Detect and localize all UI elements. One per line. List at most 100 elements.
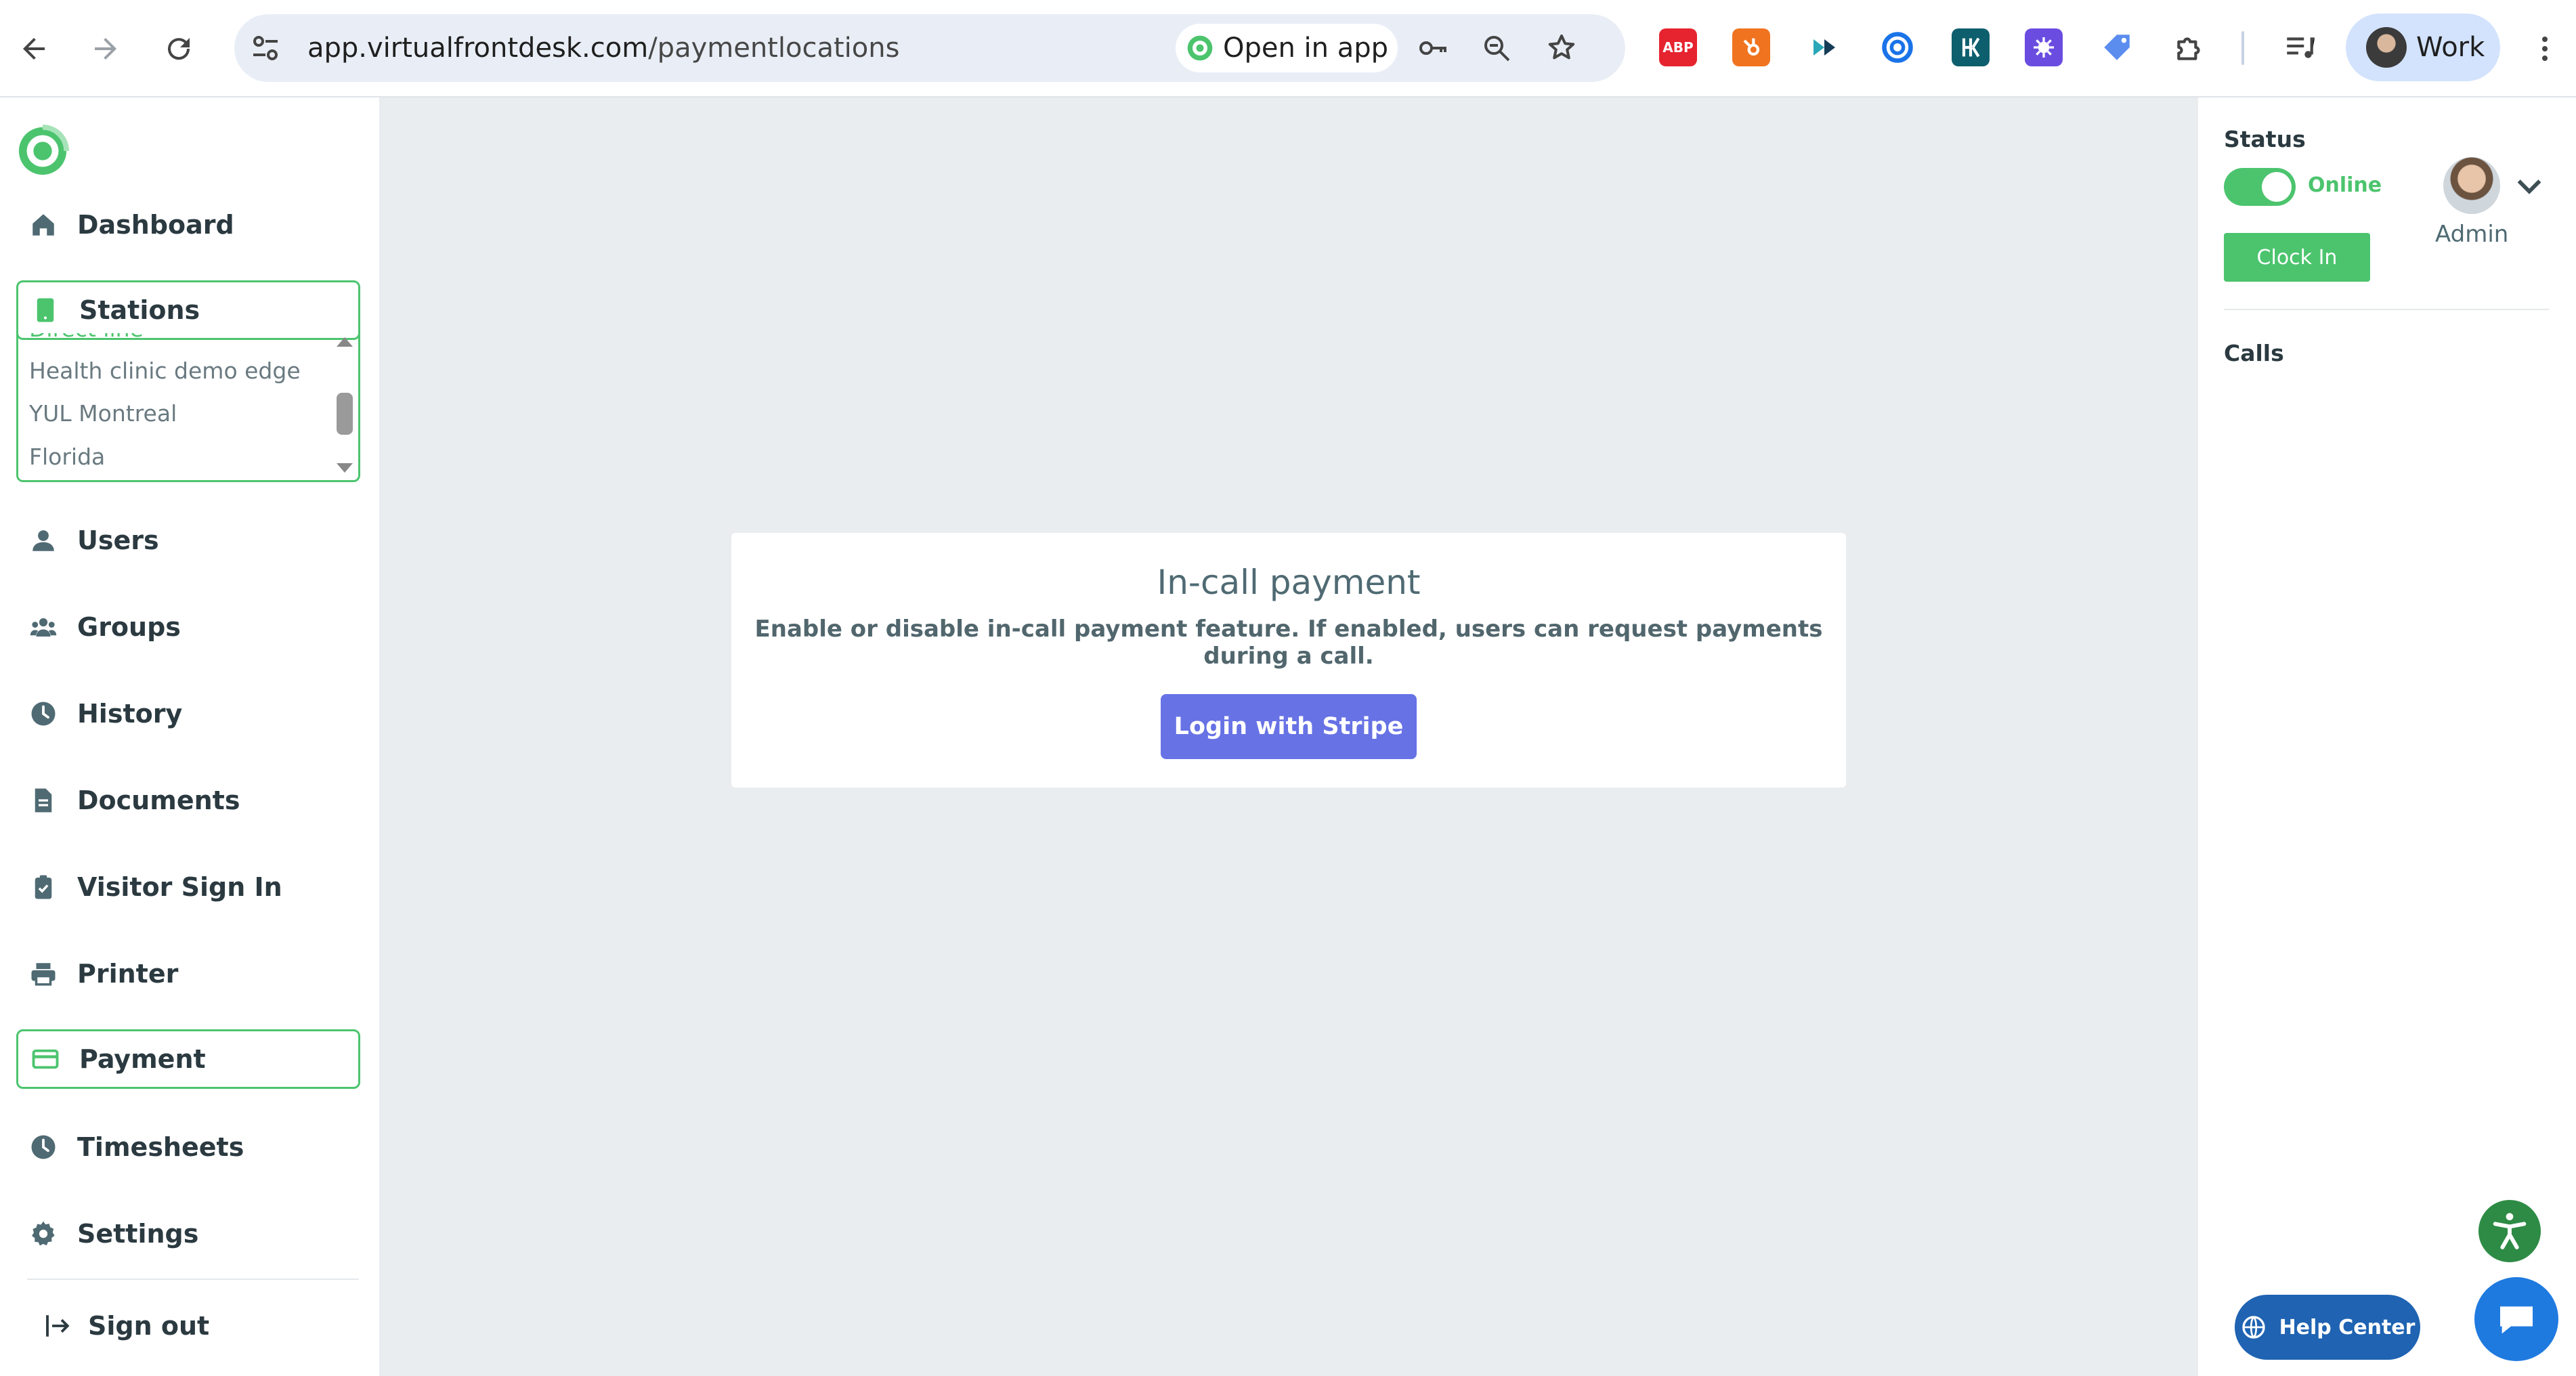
scroll-up-arrow-icon[interactable] [337,337,353,347]
sidebar-item-payment[interactable]: Payment [16,1029,360,1089]
panel-divider [2224,309,2549,310]
chat-button[interactable] [2474,1277,2558,1361]
chat-bubble-icon [2500,1306,2533,1334]
login-with-stripe-button[interactable]: Login with Stripe [1161,694,1417,759]
sidebar-item-label: Users [77,525,159,555]
media-queue-icon[interactable] [2281,28,2319,66]
admin-avatar[interactable] [2443,157,2500,214]
extension-teal-icon[interactable] [1805,28,1843,66]
main-content: In-call payment Enable or disable in-cal… [379,98,2198,1376]
site-info-icon[interactable] [249,32,282,64]
browser-menu-button[interactable] [2520,24,2569,73]
sidebar: Dashboard Stations Direct line Health cl… [0,98,379,1376]
online-status-text: Online [2308,173,2382,197]
sign-out-icon [46,1315,70,1337]
accessibility-icon [2493,1213,2527,1249]
address-bar[interactable]: app.virtualfrontdesk.com/paymentlocation… [234,14,1625,82]
profile-label: Work [2416,32,2485,63]
sidebar-item-label: Payment [79,1044,206,1074]
forward-arrow-icon [95,38,116,60]
hubspot-icon[interactable] [1732,28,1770,66]
sidebar-item-users[interactable]: Users [16,511,360,570]
sidebar-item-label: Sign out [88,1311,210,1341]
sign-out-button[interactable]: Sign out [30,1296,374,1356]
card-description: Enable or disable in-call payment featur… [754,616,1823,670]
url-text[interactable]: app.virtualfrontdesk.com/paymentlocation… [307,30,899,66]
tag-icon[interactable] [2098,28,2136,66]
calls-label: Calls [2224,340,2284,366]
stations-scrollbar[interactable] [334,337,354,473]
clock-icon [31,702,56,726]
credit-card-icon [32,1049,59,1069]
sidebar-item-visitor-sign-in[interactable]: Visitor Sign In [16,857,360,917]
sidebar-item-printer[interactable]: Printer [16,944,360,1004]
sidebar-item-settings[interactable]: Settings [16,1204,360,1264]
toolbar-divider [2241,31,2244,65]
key-icon[interactable] [1417,32,1449,64]
chevron-down-icon[interactable] [2514,171,2545,202]
user-icon [33,530,54,551]
document-icon [35,788,52,813]
sidebar-item-label: Visitor Sign In [77,872,282,902]
sidebar-item-dashboard[interactable]: Dashboard [16,195,360,255]
home-icon [33,214,54,236]
clock-in-button[interactable]: Clock In [2224,233,2370,282]
sidebar-item-timesheets[interactable]: Timesheets [16,1117,360,1177]
back-button[interactable] [9,24,58,73]
sidebar-item-label: Printer [77,959,179,989]
station-item[interactable]: Florida [29,444,105,470]
sidebar-item-stations[interactable]: Stations [16,280,360,340]
gear-icon [32,1221,55,1246]
sidebar-item-label: Groups [77,612,181,642]
profile-button[interactable]: Work [2346,14,2500,81]
forward-button[interactable] [81,24,130,73]
sidebar-divider [27,1278,359,1280]
extension-blue-c-icon[interactable] [1879,28,1916,66]
scroll-down-arrow-icon[interactable] [337,463,353,473]
adblock-plus-icon[interactable]: ABP [1659,28,1697,66]
partial-station-text: Direct line [29,333,144,342]
station-item[interactable]: YUL Montreal [29,400,177,427]
app-logo[interactable] [16,125,69,177]
sidebar-item-label: Documents [77,786,240,815]
zoom-icon[interactable] [1480,32,1513,64]
scrollbar-thumb[interactable] [337,393,353,435]
sidebar-item-documents[interactable]: Documents [16,771,360,830]
sidebar-item-groups[interactable]: Groups [16,597,360,657]
admin-name: Admin [2435,221,2509,248]
tablet-icon [37,298,54,322]
sidebar-item-history[interactable]: History [16,684,360,744]
url-host: app.virtualfrontdesk.com [307,33,649,64]
help-center-button[interactable]: Help Center [2235,1295,2420,1360]
help-center-label: Help Center [2279,1315,2416,1339]
open-in-app-label: Open in app [1223,33,1389,64]
accessibility-button[interactable] [2478,1200,2541,1262]
open-in-app-button[interactable]: Open in app [1176,24,1398,72]
extension-hk-icon[interactable] [1952,28,1990,66]
sidebar-item-label: Timesheets [77,1132,244,1162]
clock-icon [31,1135,56,1159]
right-panel: Status Online Clock In Admin Calls [2198,98,2576,1376]
printer-icon [31,963,56,986]
toggle-knob [2262,172,2292,202]
puzzle-icon[interactable] [2171,28,2209,66]
bookmark-star-icon[interactable] [1545,32,1578,64]
sidebar-item-label: Stations [79,295,200,325]
group-icon [30,618,57,637]
card-title: In-call payment [1157,563,1421,602]
adblock-plus-label: ABP [1662,39,1694,56]
online-toggle[interactable] [2224,168,2296,206]
extension-purple-icon[interactable] [2025,28,2063,66]
station-item[interactable]: Health clinic demo edge [29,358,301,384]
clipboard-check-icon [35,875,52,899]
reload-button[interactable] [154,24,203,73]
url-path: /paymentlocations [648,33,900,64]
status-label: Status [2224,126,2306,152]
app-logo-icon [1187,35,1213,61]
globe-icon [2241,1316,2265,1339]
in-call-payment-card: In-call payment Enable or disable in-cal… [731,533,1846,788]
reload-icon [168,38,190,60]
kebab-menu-icon [2542,37,2548,61]
browser-toolbar: app.virtualfrontdesk.com/paymentlocation… [0,0,2576,98]
stations-list[interactable]: Direct line Health clinic demo edge YUL … [16,333,360,482]
